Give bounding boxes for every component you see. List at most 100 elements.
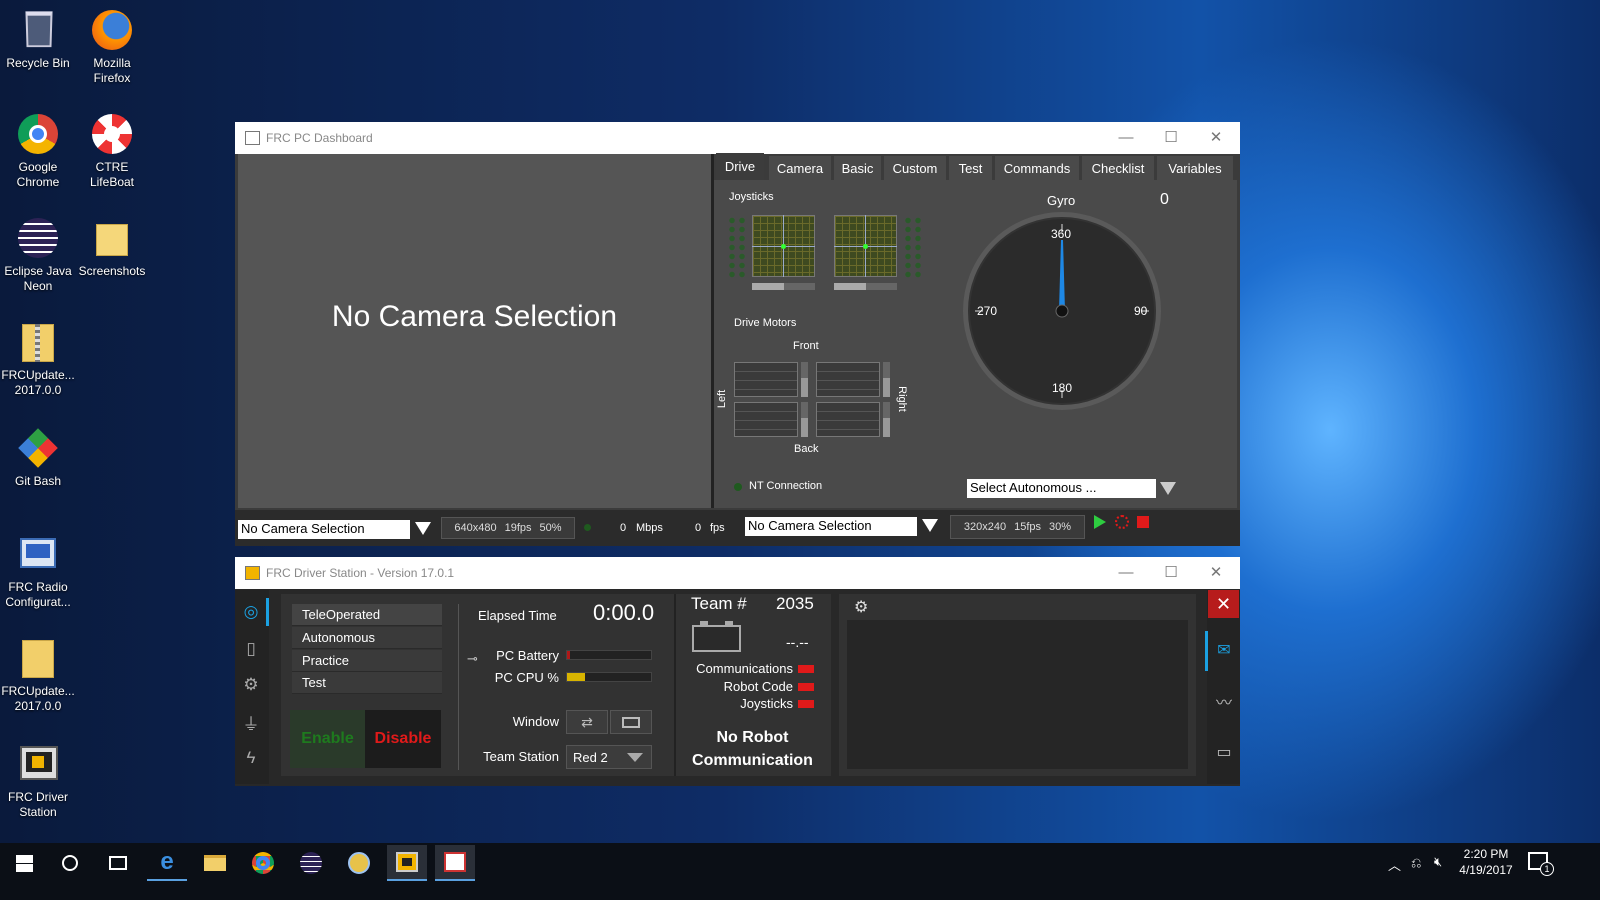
volume-muted-icon[interactable]: 🔇︎	[1434, 854, 1442, 870]
motor-back-left	[734, 402, 798, 437]
steering-wheel-icon[interactable]: ◎	[240, 601, 262, 623]
driver-station-title: FRC Driver Station - Version 17.0.1	[266, 566, 455, 580]
search-button[interactable]	[50, 845, 90, 881]
messages-icon[interactable]: ✉	[1212, 638, 1236, 662]
maximize-button[interactable]: ☐	[1148, 122, 1194, 152]
start-button[interactable]	[4, 845, 44, 881]
messages-gear-icon[interactable]: ⚙	[854, 597, 868, 617]
team-station-select[interactable]: Red 2	[566, 745, 652, 769]
joystick-2-dot	[863, 244, 868, 249]
taskbar-labview[interactable]	[339, 845, 379, 881]
mode-teleoperated[interactable]: TeleOperated	[292, 604, 442, 626]
tab-variables[interactable]: Variables	[1157, 156, 1233, 180]
tab-test[interactable]: Test	[949, 156, 992, 180]
autonomous-dropdown-arrow[interactable]	[1160, 482, 1176, 495]
diagnostics-icon[interactable]: ▯	[240, 638, 262, 660]
gear-icon[interactable]: ⚙	[240, 674, 262, 696]
taskbar-edge[interactable]: e	[147, 845, 187, 881]
tab-checklist[interactable]: Checklist	[1082, 156, 1154, 180]
minimize-button[interactable]: —	[1103, 122, 1149, 152]
enable-button[interactable]: Enable	[290, 710, 365, 768]
taskbar-eclipse[interactable]	[291, 845, 331, 881]
mode-autonomous[interactable]: Autonomous	[292, 627, 442, 649]
record-icon[interactable]	[1115, 515, 1129, 529]
folder-icon	[90, 216, 134, 260]
nt-connection-label: NT Connection	[749, 480, 823, 492]
close-button[interactable]: ✕	[1193, 557, 1239, 587]
tab-commands[interactable]: Commands	[995, 156, 1079, 180]
joystick-1-dot	[781, 244, 786, 249]
firefox-icon	[90, 8, 134, 52]
desktop-icon-ctre-lifeboat[interactable]: CTRE LifeBoat	[74, 112, 150, 190]
stop-icon[interactable]	[1137, 516, 1149, 528]
autonomous-select[interactable]: Select Autonomous ...	[967, 479, 1156, 498]
search-icon	[62, 855, 78, 871]
disable-button[interactable]: Disable	[365, 710, 441, 768]
usb-icon[interactable]: ⏚	[240, 711, 262, 734]
tab-camera[interactable]: Camera	[769, 156, 831, 180]
task-view-button[interactable]	[98, 845, 138, 881]
window-dock-button[interactable]: ⇄	[566, 710, 608, 734]
desktop-icon-firefox[interactable]: Mozilla Firefox	[74, 8, 150, 86]
ds-divider-1	[458, 604, 459, 770]
robot-code-indicator	[798, 683, 814, 691]
mbps-unit: Mbps	[636, 522, 663, 534]
desktop-icon-frcupdate-1[interactable]: FRCUpdate... 2017.0.0	[0, 320, 76, 398]
camera-select-2[interactable]: No Camera Selection	[745, 517, 917, 536]
camera-1-resolution: 640x480	[454, 522, 497, 534]
driver-station-titlebar[interactable]: FRC Driver Station - Version 17.0.1 — ☐ …	[235, 557, 1240, 589]
power-icon[interactable]: ϟ	[240, 747, 262, 769]
camera-2-resolution: 320x240	[963, 521, 1007, 533]
mbps-value: 0	[620, 522, 627, 534]
minimize-button[interactable]: —	[1103, 557, 1149, 587]
camera-select-1[interactable]: No Camera Selection	[238, 520, 410, 539]
tab-custom[interactable]: Custom	[884, 156, 946, 180]
network-icon[interactable]: ⎌	[1411, 855, 1421, 871]
mode-practice[interactable]: Practice	[292, 650, 442, 672]
camera-1-settings[interactable]: 640x480 19fps 50%	[441, 517, 575, 539]
camera-2-quality: 30%	[1049, 521, 1072, 533]
tab-drive[interactable]: Drive	[716, 153, 764, 180]
desktop-icon-frc-radio[interactable]: FRC Radio Configurat...	[0, 532, 76, 610]
desktop-icon-chrome[interactable]: Google Chrome	[0, 112, 76, 190]
taskbar-dashboard[interactable]	[435, 845, 475, 881]
desktop-icon-eclipse[interactable]: Eclipse Java Neon	[0, 216, 76, 294]
back-label: Back	[794, 443, 819, 455]
dashboard-titlebar[interactable]: FRC PC Dashboard — ☐ ✕	[235, 122, 1240, 154]
dashboard-app-icon	[245, 131, 260, 145]
desktop-icon-screenshots[interactable]: Screenshots	[74, 216, 150, 279]
desktop-icon-git-bash[interactable]: Git Bash	[0, 426, 76, 489]
desktop-icon-frc-driver-station[interactable]: FRC Driver Station	[0, 742, 76, 820]
window-float-button[interactable]	[610, 710, 652, 734]
play-icon[interactable]	[1094, 515, 1106, 529]
ds-sidebar-active-marker	[266, 598, 269, 626]
radio-config-icon	[16, 532, 60, 576]
joysticks-indicator	[798, 700, 814, 708]
action-center-button[interactable]: 1	[1528, 852, 1554, 876]
desktop-icon-recycle-bin[interactable]: Recycle Bin	[0, 8, 76, 71]
tray-chevron-up-icon[interactable]: ︿	[1388, 855, 1401, 874]
clock[interactable]: 2:20 PM 4/19/2017	[1454, 846, 1518, 878]
camera-select-1-arrow[interactable]	[415, 522, 431, 535]
maximize-button[interactable]: ☐	[1148, 557, 1194, 587]
taskbar-chrome[interactable]	[243, 845, 283, 881]
charts-icon[interactable]: 〰	[1212, 689, 1236, 713]
motor-back-left-bar	[801, 402, 808, 437]
mode-test[interactable]: Test	[292, 672, 442, 694]
split-view-icon[interactable]: ▭	[1212, 740, 1236, 764]
camera-2-settings[interactable]: 320x240 15fps 30%	[950, 515, 1085, 539]
window-label: Window	[512, 714, 559, 729]
team-number: 2035	[776, 594, 814, 613]
desktop-icon-frcupdate-2[interactable]: FRCUpdate... 2017.0.0	[0, 636, 76, 714]
tab-basic[interactable]: Basic	[834, 156, 881, 180]
gyro-tick-right: 90	[1134, 304, 1148, 318]
ds-close-button[interactable]: ✕	[1208, 590, 1239, 618]
driver-station-icon	[396, 852, 418, 872]
camera-select-2-arrow[interactable]	[922, 519, 938, 532]
taskbar-explorer[interactable]	[195, 845, 235, 881]
motor-front-left-bar	[801, 362, 808, 397]
motor-front-left	[734, 362, 798, 397]
clock-time: 2:20 PM	[1463, 847, 1509, 861]
close-button[interactable]: ✕	[1193, 122, 1239, 152]
taskbar-driver-station[interactable]	[387, 845, 427, 881]
